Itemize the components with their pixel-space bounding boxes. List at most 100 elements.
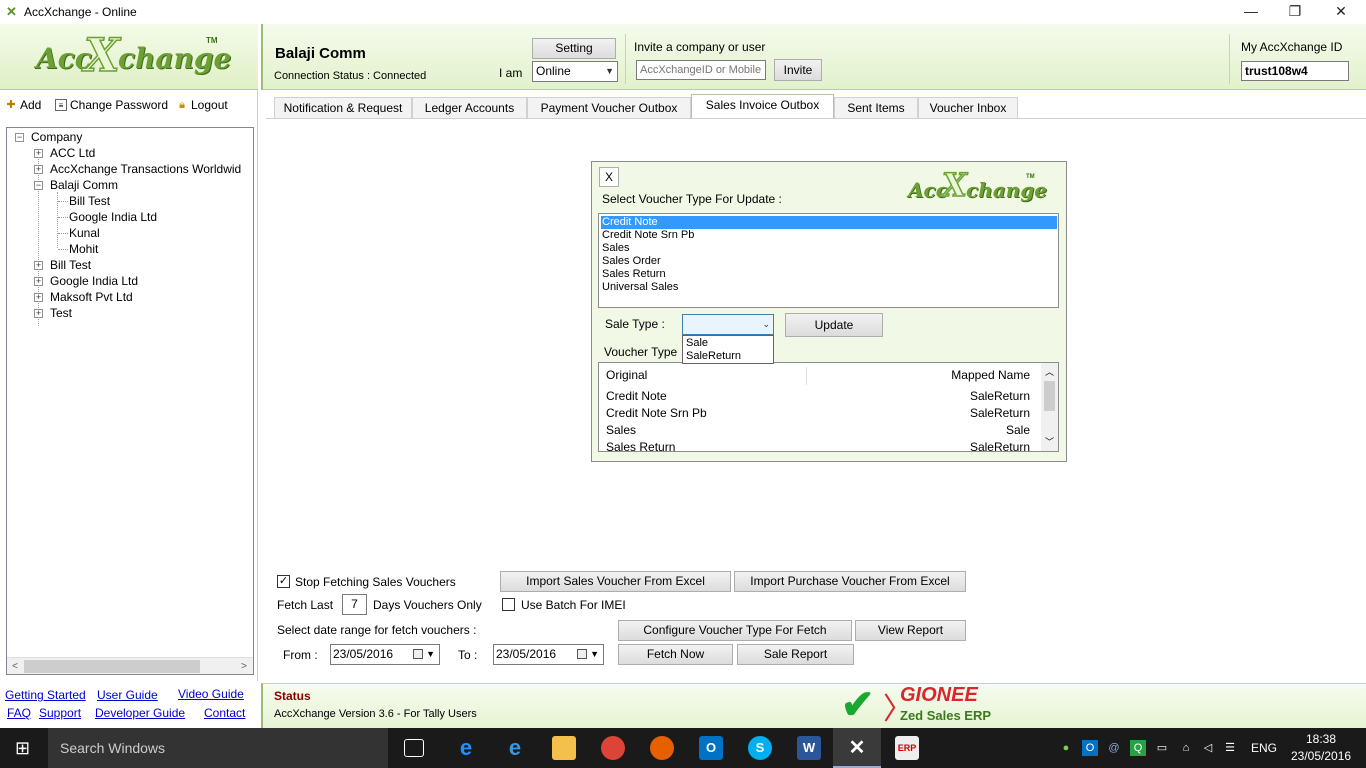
tree-item[interactable]: Google India Ltd <box>50 273 138 289</box>
invite-button[interactable]: Invite <box>774 59 822 81</box>
list-item[interactable]: Sales Order <box>601 255 1057 268</box>
use-batch-checkbox[interactable] <box>502 598 515 611</box>
dialog-close-button[interactable]: X <box>599 167 619 187</box>
support-link[interactable]: Support <box>39 706 81 720</box>
minimize-button[interactable]: — <box>1228 0 1274 24</box>
list-item[interactable]: Universal Sales <box>601 281 1057 294</box>
expand-icon[interactable]: + <box>34 261 43 270</box>
firefox-icon[interactable] <box>650 736 674 760</box>
tree-subitem[interactable]: Bill Test <box>69 193 110 209</box>
tray-network-icon[interactable]: ⌂ <box>1178 740 1194 756</box>
tree-item[interactable]: ACC Ltd <box>50 145 95 161</box>
expand-icon[interactable]: + <box>34 165 43 174</box>
tab-voucher-inbox[interactable]: Voucher Inbox <box>918 97 1018 118</box>
scrollbar-thumb[interactable] <box>24 660 200 673</box>
scrollbar-thumb[interactable] <box>1044 381 1055 411</box>
tree-item[interactable]: Test <box>50 305 72 321</box>
clock-time[interactable]: 18:38 <box>1306 732 1336 746</box>
internet-explorer-icon[interactable]: e <box>503 736 527 760</box>
expand-icon[interactable]: + <box>34 309 43 318</box>
expand-icon[interactable]: + <box>34 293 43 302</box>
calendar-icon[interactable] <box>413 649 423 659</box>
accxchange-taskbar-button[interactable]: ✕ <box>833 728 881 768</box>
change-password-button[interactable]: ≡ Change Password <box>55 98 168 112</box>
tree-subitem[interactable]: Mohit <box>69 241 98 257</box>
tree-item[interactable]: Maksoft Pvt Ltd <box>50 289 133 305</box>
language-indicator[interactable]: ENG <box>1251 741 1277 755</box>
outlook-icon[interactable]: O <box>699 736 723 760</box>
getting-started-link[interactable]: Getting Started <box>5 688 86 702</box>
calendar-icon[interactable] <box>577 649 587 659</box>
table-row[interactable]: Sales Sale <box>606 422 1030 439</box>
erp-app-icon[interactable]: ERP <box>895 736 919 760</box>
sale-report-button[interactable]: Sale Report <box>737 644 854 665</box>
configure-voucher-type-button[interactable]: Configure Voucher Type For Fetch <box>618 620 852 641</box>
tree-subitem[interactable]: Google India Ltd <box>69 209 157 225</box>
tree-horizontal-scrollbar[interactable]: < > <box>7 657 253 674</box>
my-id-field[interactable]: trust108w4 <box>1241 61 1349 81</box>
import-sales-button[interactable]: Import Sales Voucher From Excel <box>500 571 731 592</box>
tray-q-icon[interactable]: Q <box>1130 740 1146 756</box>
sale-type-dropdown[interactable]: Sale SaleReturn <box>682 335 774 364</box>
tray-battery-icon[interactable]: ▭ <box>1154 740 1170 756</box>
voucher-type-list[interactable]: Credit Note Credit Note Srn Pb Sales Sal… <box>598 213 1059 308</box>
view-report-button[interactable]: View Report <box>855 620 966 641</box>
to-date-picker[interactable]: 23/05/2016 ▼ <box>493 644 604 665</box>
grid-vertical-scrollbar[interactable]: ︿ ﹀ <box>1041 363 1058 451</box>
scroll-up-icon[interactable]: ︿ <box>1045 365 1054 378</box>
tree-root-company[interactable]: Company <box>31 129 82 145</box>
sale-type-select[interactable]: ⌄ <box>682 314 774 335</box>
task-view-icon[interactable] <box>404 739 424 757</box>
fetch-days-input[interactable]: 7 <box>342 594 367 615</box>
chevron-down-icon[interactable]: ▼ <box>426 645 435 664</box>
fetch-now-button[interactable]: Fetch Now <box>618 644 733 665</box>
status-select[interactable]: Online ▼ <box>532 61 618 82</box>
tab-sales-invoice-outbox[interactable]: Sales Invoice Outbox <box>691 94 834 118</box>
setting-button[interactable]: Setting <box>532 38 616 59</box>
table-row[interactable]: Credit Note Srn Pb SaleReturn <box>606 405 1030 422</box>
tab-notification-request[interactable]: Notification & Request <box>274 97 412 118</box>
tab-payment-voucher-outbox[interactable]: Payment Voucher Outbox <box>527 97 691 118</box>
voucher-mapping-grid[interactable]: Original Mapped Name Credit Note SaleRet… <box>598 362 1059 452</box>
chrome-icon[interactable] <box>601 736 625 760</box>
list-item[interactable]: Credit Note Srn Pb <box>601 229 1057 242</box>
close-button[interactable]: ✕ <box>1318 0 1364 24</box>
search-box[interactable]: Search Windows <box>48 728 388 768</box>
tab-ledger-accounts[interactable]: Ledger Accounts <box>412 97 527 118</box>
expand-icon[interactable]: + <box>34 149 43 158</box>
tray-volume-icon[interactable]: ◁ <box>1200 740 1216 756</box>
tray-outlook-icon[interactable]: O <box>1082 740 1098 756</box>
faq-link[interactable]: FAQ <box>7 706 31 720</box>
clock-date[interactable]: 23/05/2016 <box>1291 749 1351 763</box>
edge-icon[interactable]: e <box>454 736 478 760</box>
table-row[interactable]: Credit Note SaleReturn <box>606 388 1030 405</box>
from-date-picker[interactable]: 23/05/2016 ▼ <box>330 644 440 665</box>
invite-input[interactable] <box>636 60 766 80</box>
scroll-right-icon[interactable]: > <box>236 658 252 675</box>
tray-notification-icon[interactable]: ☰ <box>1222 740 1238 756</box>
update-button[interactable]: Update <box>785 313 883 337</box>
user-guide-link[interactable]: User Guide <box>97 688 158 702</box>
contact-link[interactable]: Contact <box>204 706 245 720</box>
stop-fetching-checkbox[interactable]: ✓ <box>277 575 290 588</box>
skype-icon[interactable]: S <box>748 736 772 760</box>
video-guide-link[interactable]: Video Guide <box>178 687 244 701</box>
tree-item[interactable]: Bill Test <box>50 257 91 273</box>
logout-button[interactable]: 🔒︎ Logout <box>176 98 228 112</box>
add-button[interactable]: ✚ Add <box>5 98 41 112</box>
word-icon[interactable]: W <box>797 736 821 760</box>
scroll-down-icon[interactable]: ﹀ <box>1045 435 1054 448</box>
table-row[interactable]: Sales Return SaleReturn <box>606 439 1030 451</box>
collapse-icon[interactable]: − <box>34 181 43 190</box>
tab-sent-items[interactable]: Sent Items <box>834 97 918 118</box>
maximize-button[interactable]: ❐ <box>1272 0 1318 24</box>
list-item[interactable]: Sales <box>601 242 1057 255</box>
collapse-icon[interactable]: − <box>15 133 24 142</box>
tray-mail-icon[interactable]: @ <box>1106 740 1122 756</box>
tree-item[interactable]: AccXchange Transactions Worldwid <box>50 161 241 177</box>
tree-subitem[interactable]: Kunal <box>69 225 100 241</box>
expand-icon[interactable]: + <box>34 277 43 286</box>
list-item[interactable]: Sales Return <box>601 268 1057 281</box>
chevron-down-icon[interactable]: ▼ <box>590 645 599 664</box>
tree-item[interactable]: Balaji Comm <box>50 177 118 193</box>
